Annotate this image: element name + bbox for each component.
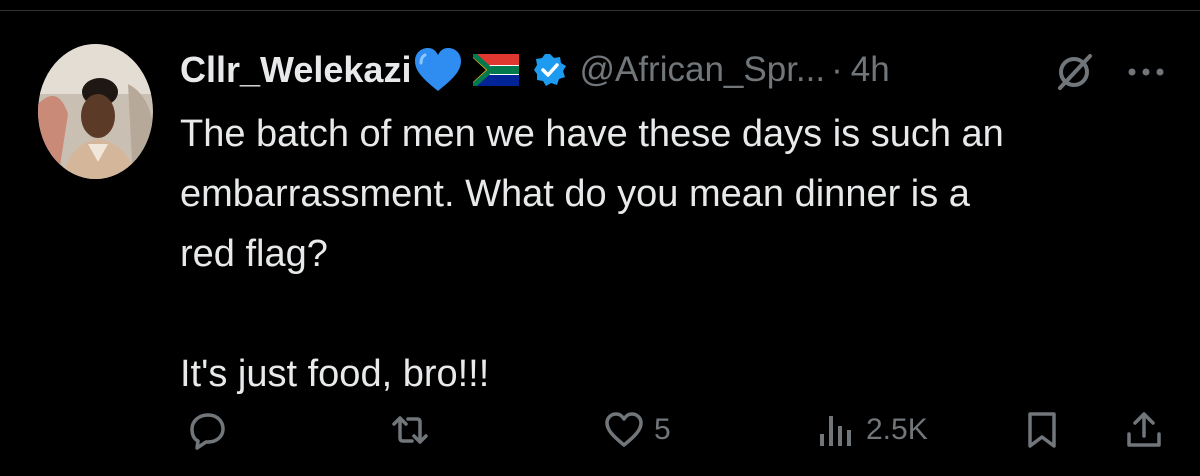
- views-count: 2.5K: [866, 413, 928, 446]
- tweet-text-line: The batch of men we have these days is s…: [180, 113, 1004, 155]
- share-button[interactable]: [1124, 410, 1164, 450]
- like-icon: [605, 412, 643, 447]
- like-count: 5: [654, 413, 671, 446]
- avatar-image: [38, 44, 153, 179]
- views-icon: [820, 416, 851, 446]
- tweet-text: The batch of men we have these days is s…: [180, 104, 1170, 404]
- more-icon[interactable]: [1124, 50, 1168, 94]
- share-icon: [1127, 412, 1161, 447]
- repost-button[interactable]: [390, 410, 440, 450]
- like-button[interactable]: 5: [604, 410, 671, 450]
- grok-icon[interactable]: [1052, 50, 1096, 94]
- blue-heart-icon: [413, 47, 463, 93]
- repost-icon: [392, 416, 428, 444]
- verified-badge-icon[interactable]: [533, 53, 567, 87]
- views-button[interactable]: 2.5K: [816, 410, 928, 450]
- tweet-header: Cllr_Welekazi @African_Spr... · 4h: [180, 46, 890, 94]
- display-name[interactable]: Cllr_Welekazi: [180, 49, 411, 91]
- tweet-text-line: embarrassment. What do you mean dinner i…: [180, 173, 970, 215]
- separator-dot: ·: [831, 50, 843, 89]
- south-africa-flag-icon: [471, 52, 520, 88]
- top-divider: [0, 10, 1200, 11]
- reply-icon: [190, 413, 225, 450]
- avatar[interactable]: [38, 44, 153, 179]
- handle[interactable]: @African_Spr...: [579, 50, 825, 90]
- timestamp[interactable]: 4h: [851, 50, 890, 90]
- reply-button[interactable]: [188, 410, 238, 450]
- tweet-text-line: It's just food, bro!!!: [180, 353, 490, 395]
- bookmark-icon: [1028, 412, 1056, 448]
- tweet-text-line: red flag?: [180, 233, 328, 275]
- bookmark-button[interactable]: [1022, 410, 1062, 450]
- action-bar: 5 2.5K: [0, 400, 1200, 460]
